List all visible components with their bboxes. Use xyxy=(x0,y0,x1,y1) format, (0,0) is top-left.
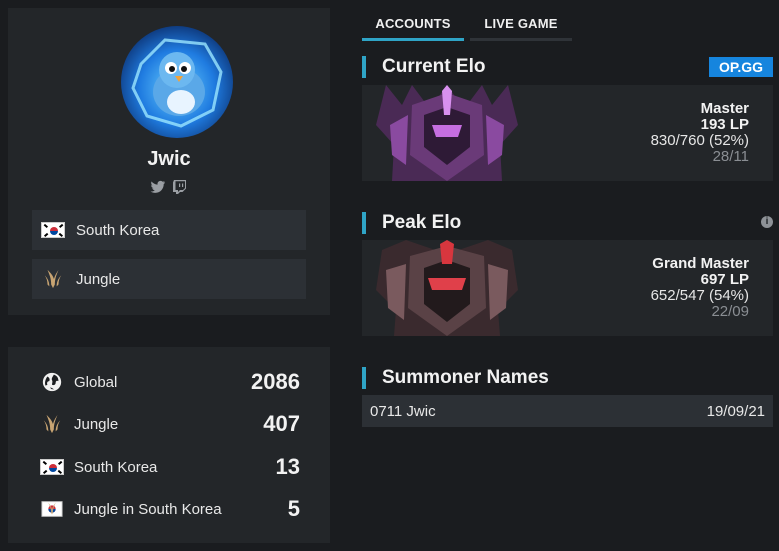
tab-live-game[interactable]: LIVE GAME xyxy=(470,8,572,41)
rank-label: Jungle xyxy=(74,415,119,433)
rankings-card: Global 2086 Jungle 407 South Korea 13 Ju… xyxy=(8,347,330,543)
summoner-name: 0711 Jwic xyxy=(370,402,436,420)
opgg-button[interactable]: OP.GG xyxy=(709,57,773,77)
tab-accounts[interactable]: ACCOUNTS xyxy=(362,8,464,41)
lp-value: 193 LP xyxy=(700,116,749,133)
korea-flag-icon xyxy=(40,220,66,240)
rank-label: Global xyxy=(74,373,118,391)
jungle-korea-icon xyxy=(40,497,64,521)
social-links xyxy=(8,180,330,194)
peak-elo-card: Grand Master 697 LP 652/547 (54%) 22/09 xyxy=(362,240,773,336)
jungle-icon xyxy=(40,269,66,289)
region-row: South Korea xyxy=(32,210,306,250)
rank-label: South Korea xyxy=(74,458,158,476)
rank-value: 407 xyxy=(263,411,300,436)
tier-label: Master xyxy=(700,100,749,117)
tier-label: Grand Master xyxy=(652,255,749,272)
current-elo-title: Current Elo xyxy=(362,56,485,78)
avatar xyxy=(121,26,233,138)
tab-bar: ACCOUNTS LIVE GAME xyxy=(362,8,572,41)
rank-row-jungle-korea: Jungle in South Korea 5 xyxy=(40,494,300,524)
peak-elo-stats: Grand Master 697 LP 652/547 (54%) 22/09 xyxy=(651,256,749,320)
rank-value: 2086 xyxy=(251,369,300,394)
lp-value: 697 LP xyxy=(700,271,749,288)
player-name: Jwic xyxy=(147,148,191,170)
profile-card: Jwic South Korea Jungle xyxy=(8,8,330,315)
korea-flag-icon xyxy=(40,455,64,479)
globe-icon xyxy=(40,370,64,394)
list-item: 0711 Jwic 19/09/21 xyxy=(362,395,773,427)
rank-value: 5 xyxy=(287,496,300,521)
current-elo-card: Master 193 LP 830/760 (52%) 28/11 xyxy=(362,85,773,181)
current-elo-stats: Master 193 LP 830/760 (52%) 28/11 xyxy=(651,101,749,165)
summoner-date: 19/09/21 xyxy=(706,402,765,420)
role-label: Jungle xyxy=(76,270,121,288)
twitch-icon[interactable] xyxy=(172,180,188,194)
rank-row-jungle: Jungle 407 xyxy=(40,409,300,439)
master-emblem-icon xyxy=(372,85,522,181)
date-value: 22/09 xyxy=(711,303,749,320)
region-label: South Korea xyxy=(76,221,160,239)
rank-row-korea: South Korea 13 xyxy=(40,452,300,482)
winloss-value: 830/760 (52%) xyxy=(650,132,749,149)
grandmaster-emblem-icon xyxy=(372,240,522,336)
role-row: Jungle xyxy=(32,259,306,299)
winloss-value: 652/547 (54%) xyxy=(650,287,749,304)
rank-row-global: Global 2086 xyxy=(40,367,300,397)
jungle-icon xyxy=(40,412,64,436)
summoner-names-title: Summoner Names xyxy=(362,367,549,389)
rank-label: Jungle in South Korea xyxy=(74,500,222,518)
twitter-icon[interactable] xyxy=(150,180,166,194)
date-value: 28/11 xyxy=(712,148,749,165)
peak-elo-title: Peak Elo xyxy=(362,212,461,234)
rank-value: 13 xyxy=(275,454,300,479)
info-icon[interactable]: i xyxy=(761,216,773,228)
